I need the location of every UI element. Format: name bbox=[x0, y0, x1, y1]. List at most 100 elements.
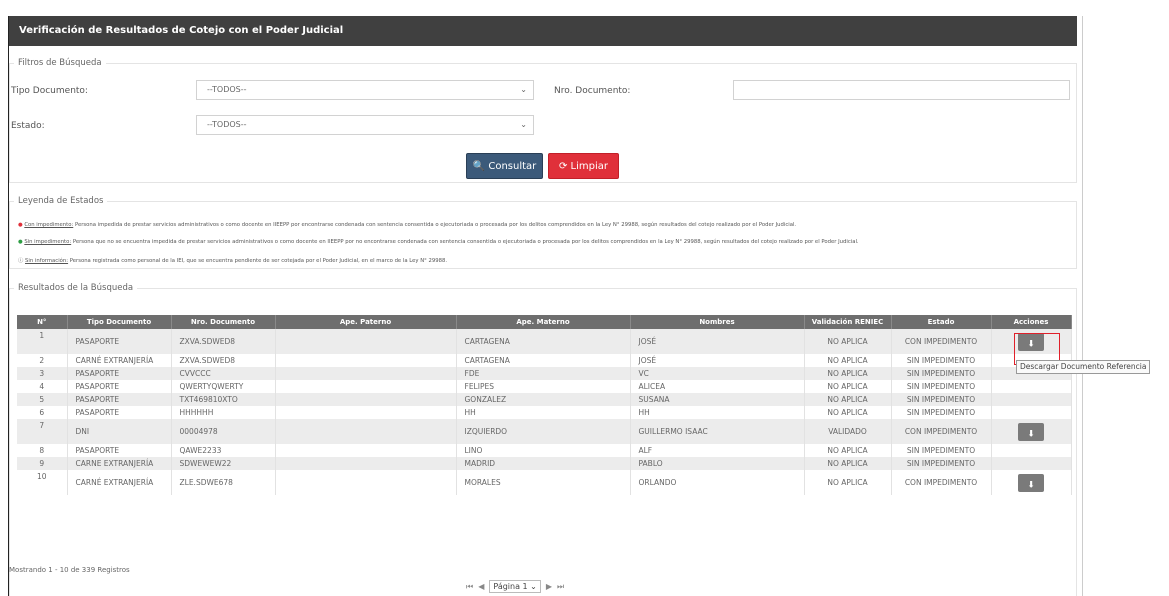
cell-paterno bbox=[275, 329, 457, 354]
cell-nombres: VC bbox=[630, 367, 805, 380]
legend-item-con-impedimento: ● Con impedimento: Persona impedida de p… bbox=[18, 222, 796, 228]
cell-nombres: GUILLERMO ISAAC bbox=[630, 419, 805, 444]
nro-documento-input[interactable] bbox=[733, 80, 1070, 100]
table-row: 9 CARNE EXTRANJERÍA SDWEWEW22 MADRID PABLO NO… bbox=[17, 457, 1072, 470]
cell-n: 2 bbox=[17, 354, 68, 367]
cell-tipo: CARNÉ EXTRANJERÍA bbox=[67, 354, 172, 367]
cell-estado: CON IMPEDIMENTO bbox=[891, 419, 992, 444]
download-icon[interactable]: ⬆ bbox=[1018, 473, 1044, 492]
cell-estado: CON IMPEDIMENTO bbox=[891, 470, 992, 495]
cell-estado: SIN IMPEDIMENTO bbox=[891, 444, 992, 457]
legend-term: Con impedimento: bbox=[24, 222, 74, 228]
cell-nro: QAWE2233 bbox=[171, 444, 276, 457]
column-header: Nro. Documento bbox=[171, 315, 276, 329]
cell-materno: IZQUIERDO bbox=[456, 419, 631, 444]
page-select[interactable]: Página 1 ⌄ bbox=[489, 580, 541, 593]
cell-estado: SIN IMPEDIMENTO bbox=[891, 406, 992, 419]
cell-reniec: NO APLICA bbox=[804, 393, 892, 406]
cell-acciones bbox=[991, 444, 1072, 457]
cell-materno: GONZALEZ bbox=[456, 393, 631, 406]
first-page-icon[interactable]: ⏮ bbox=[466, 582, 473, 592]
table-row: 8 PASAPORTE QAWE2233 LINO ALF NO APLICA SIN IM… bbox=[17, 444, 1072, 457]
download-tooltip: Descargar Documento Referencia bbox=[1016, 360, 1151, 374]
cell-n: 6 bbox=[17, 406, 68, 419]
cell-estado: SIN IMPEDIMENTO bbox=[891, 354, 992, 367]
filters-panel: Filtros de Búsqueda bbox=[9, 58, 1077, 183]
cell-tipo: CARNÉ EXTRANJERÍA bbox=[67, 470, 172, 495]
cell-tipo: PASAPORTE bbox=[67, 393, 172, 406]
chevron-down-icon: ⌄ bbox=[520, 85, 527, 94]
cell-paterno bbox=[275, 419, 457, 444]
legend-term: Sin información: bbox=[25, 258, 69, 264]
cell-tipo: CARNE EXTRANJERÍA bbox=[67, 457, 172, 470]
cell-tipo: PASAPORTE bbox=[67, 380, 172, 393]
cell-paterno bbox=[275, 406, 457, 419]
cell-paterno bbox=[275, 470, 457, 495]
cell-estado: SIN IMPEDIMENTO bbox=[891, 393, 992, 406]
cell-materno: FELIPES bbox=[456, 380, 631, 393]
consultar-button[interactable]: 🔍 Consultar bbox=[466, 153, 543, 179]
cell-reniec: NO APLICA bbox=[804, 406, 892, 419]
cell-n: 7 bbox=[17, 419, 68, 444]
cell-paterno bbox=[275, 393, 457, 406]
column-header: Estado bbox=[891, 315, 992, 329]
tipo-documento-label: Tipo Documento: bbox=[11, 86, 88, 96]
cell-nro: SDWEWEW22 bbox=[171, 457, 276, 470]
column-header: Acciones bbox=[991, 315, 1072, 329]
cell-reniec: NO APLICA bbox=[804, 354, 892, 367]
cell-tipo: PASAPORTE bbox=[67, 367, 172, 380]
cell-reniec: NO APLICA bbox=[804, 457, 892, 470]
cell-nombres: JOSÉ bbox=[630, 329, 805, 354]
next-page-icon[interactable]: ▶ bbox=[546, 582, 552, 591]
column-header: Ape. Materno bbox=[456, 315, 631, 329]
cell-n: 8 bbox=[17, 444, 68, 457]
cell-materno: FDE bbox=[456, 367, 631, 380]
refresh-icon: ⟳ bbox=[558, 161, 568, 172]
cell-acciones: ⬆ bbox=[991, 419, 1072, 444]
search-icon: 🔍 bbox=[472, 161, 486, 172]
info-icon: ⓘ bbox=[18, 258, 24, 264]
tipo-documento-select[interactable]: --TODOS-- ⌄ bbox=[196, 80, 534, 100]
chevron-down-icon: ⌄ bbox=[520, 120, 527, 129]
user-blocked-icon: ● bbox=[18, 222, 23, 228]
cell-n: 10 bbox=[17, 470, 68, 495]
cell-materno: MADRID bbox=[456, 457, 631, 470]
page-select-value: Página 1 bbox=[493, 582, 528, 591]
cell-materno: CARTAGENA bbox=[456, 329, 631, 354]
cell-paterno bbox=[275, 457, 457, 470]
cell-n: 4 bbox=[17, 380, 68, 393]
table-row: 4 PASAPORTE QWERTYQWERTY FELIPES ALICEA NO AP… bbox=[17, 380, 1072, 393]
cell-tipo: PASAPORTE bbox=[67, 406, 172, 419]
legend-text: Persona registrada como personal de la I… bbox=[68, 258, 448, 264]
cell-estado: SIN IMPEDIMENTO bbox=[891, 380, 992, 393]
cell-acciones bbox=[991, 457, 1072, 470]
cell-estado: SIN IMPEDIMENTO bbox=[891, 457, 992, 470]
filters-legend: Filtros de Búsqueda bbox=[18, 58, 102, 68]
download-icon[interactable]: ⬆ bbox=[1018, 422, 1044, 441]
cell-reniec: NO APLICA bbox=[804, 444, 892, 457]
cell-nro: QWERTYQWERTY bbox=[171, 380, 276, 393]
cell-nro: CVVCCC bbox=[171, 367, 276, 380]
table-row: 3 PASAPORTE CVVCCC FDE VC NO APLICA SIN IMPEDI… bbox=[17, 367, 1072, 380]
consultar-label: Consultar bbox=[488, 161, 537, 172]
column-header: Nombres bbox=[630, 315, 805, 329]
results-legend: Resultados de la Búsqueda bbox=[18, 283, 134, 293]
last-page-icon[interactable]: ⏭ bbox=[557, 582, 564, 592]
cell-nombres: PABLO bbox=[630, 457, 805, 470]
cell-acciones bbox=[991, 380, 1072, 393]
prev-page-icon[interactable]: ◀ bbox=[478, 582, 484, 591]
estado-select[interactable]: --TODOS-- ⌄ bbox=[196, 115, 534, 135]
table-row: 5 PASAPORTE TXT469810XTO GONZALEZ SUSANA NO A… bbox=[17, 393, 1072, 406]
pagination: ⏮ ◀ Página 1 ⌄ ▶ ⏭ bbox=[466, 580, 564, 593]
cell-materno: MORALES bbox=[456, 470, 631, 495]
cell-nro: ZLE.SDWE678 bbox=[171, 470, 276, 495]
records-summary: Mostrando 1 - 10 de 339 Registros bbox=[9, 566, 130, 574]
table-row: 2 CARNÉ EXTRANJERÍA ZXVA.SDWED8 CARTAGENA JO… bbox=[17, 354, 1072, 367]
table-row: 7 DNI 00004978 IZQUIERDO GUILLERMO ISAAC VALI… bbox=[17, 419, 1072, 444]
cell-paterno bbox=[275, 354, 457, 367]
cell-nro: ZXVA.SDWED8 bbox=[171, 354, 276, 367]
cell-acciones: ⬆ bbox=[991, 470, 1072, 495]
user-check-icon: ● bbox=[18, 239, 23, 245]
cell-nombres: ALICEA bbox=[630, 380, 805, 393]
limpiar-button[interactable]: ⟳ Limpiar bbox=[548, 153, 619, 179]
